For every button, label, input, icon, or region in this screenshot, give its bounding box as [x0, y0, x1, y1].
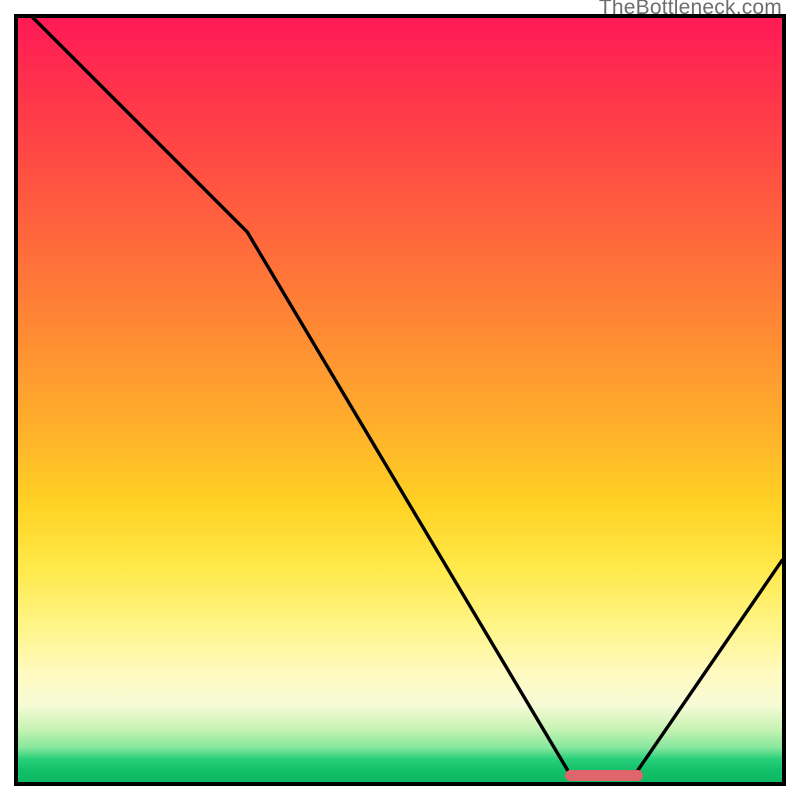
optimum-marker — [565, 770, 643, 781]
curve-layer — [18, 18, 782, 782]
plot-area — [14, 14, 786, 786]
bottleneck-curve-path — [18, 18, 782, 777]
bottleneck-chart: TheBottleneck.com — [0, 0, 800, 800]
